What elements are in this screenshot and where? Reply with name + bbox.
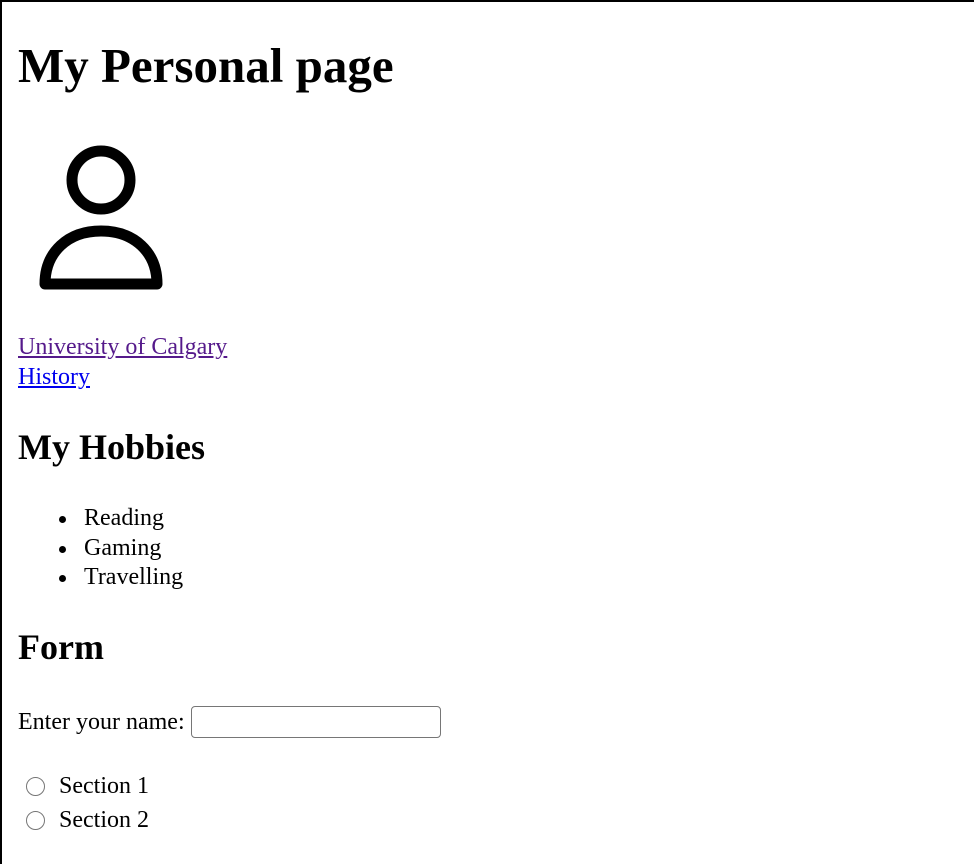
hobbies-list: Reading Gaming Travelling — [18, 504, 183, 593]
links-section: University of Calgary History — [18, 332, 227, 392]
radio-label: Section 1 — [59, 772, 149, 799]
name-row: Enter your name: — [18, 704, 441, 740]
page-frame: My Personal page University of Calgary H… — [0, 0, 974, 864]
page-title: My Personal page — [18, 38, 394, 93]
name-label: Enter your name: — [18, 708, 185, 735]
hobby-label: Gaming — [84, 534, 162, 561]
list-item: Reading — [18, 504, 183, 534]
bullet-icon — [59, 545, 66, 553]
radio-button[interactable] — [26, 776, 45, 796]
name-input[interactable] — [190, 706, 441, 738]
hobbies-heading: My Hobbies — [18, 427, 206, 467]
link-history[interactable]: History — [18, 362, 227, 392]
user-icon — [38, 140, 166, 292]
list-item: Gaming — [18, 534, 183, 564]
radio-option-section-1[interactable]: Section 1 — [18, 770, 149, 802]
link-university-of-calgary[interactable]: University of Calgary — [18, 332, 227, 362]
bullet-icon — [59, 516, 66, 523]
bullet-icon — [59, 575, 66, 582]
radio-option-section-2[interactable]: Section 2 — [18, 804, 149, 836]
radio-button[interactable] — [26, 810, 45, 830]
list-item: Travelling — [18, 563, 183, 593]
radio-label: Section 2 — [59, 806, 149, 833]
hobby-label: Reading — [84, 505, 164, 531]
form-heading: Form — [18, 627, 104, 667]
hobby-label: Travelling — [84, 564, 184, 590]
